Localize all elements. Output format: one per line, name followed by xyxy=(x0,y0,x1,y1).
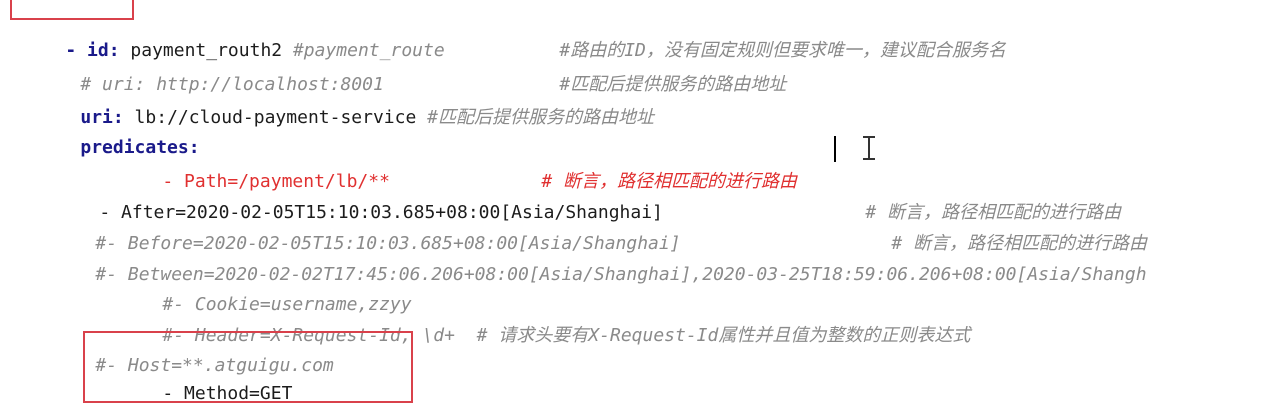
code-comment-2: #匹配后提供服务的路由地址 xyxy=(516,40,786,95)
code-comment-1: #路由的ID，没有固定规则但要求唯一，建议配合服务名 xyxy=(516,6,1006,61)
code-line-5: - Path=/payment/lb/** xyxy=(119,137,390,192)
code-line-7: #- Before=2020-02-05T15:10:03.685+08:00[… xyxy=(52,199,680,254)
code-line-9: #- Cookie=username,zzyy xyxy=(119,260,411,315)
code-line-4: predicates: xyxy=(37,103,199,158)
code-comment-6: # 断言，路径相匹配的进行路由 xyxy=(822,168,1121,223)
highlight-box-method xyxy=(83,331,413,403)
code-editor[interactable]: - id: payment_routh2 #payment_route #路由的… xyxy=(0,0,1268,413)
code-comment-7: # 断言，路径相匹配的进行路由 xyxy=(848,199,1147,254)
code-line-10: #- Header=X-Request-Id, \d+ # 请求头要有X-Req… xyxy=(119,291,970,346)
code-line-8: #- Between=2020-02-02T17:45:06.206+08:00… xyxy=(52,230,1146,285)
code-comment-5: # 断言，路径相匹配的进行路由 xyxy=(498,137,797,192)
code-line-6: - After=2020-02-05T15:10:03.685+08:00[As… xyxy=(56,168,663,223)
highlight-box-top xyxy=(10,0,134,20)
code-line-3: uri: lb://cloud-payment-service #匹配后提供服务… xyxy=(37,73,654,128)
code-line-2: # uri: http://localhost:8001 xyxy=(37,40,383,95)
text-cursor xyxy=(834,136,836,162)
comment-text: #匹配后提供服务的路由地址 xyxy=(427,107,654,128)
ibeam-cursor-icon xyxy=(862,136,876,160)
